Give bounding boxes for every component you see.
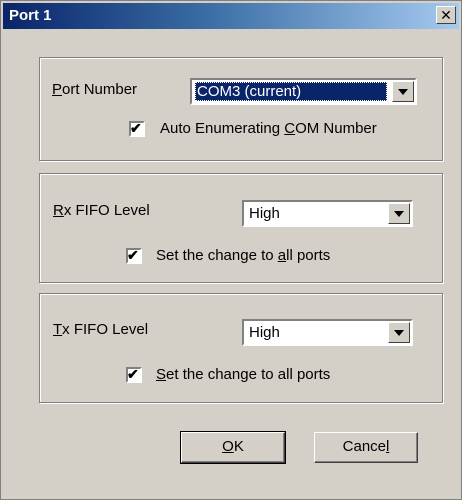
tx-fifo-level-label: Tx FIFO Level bbox=[53, 321, 149, 338]
rx-fifo-dropdown-button[interactable] bbox=[388, 203, 410, 224]
port-dialog: Port 1 ✕ Port Number COM3 (current) ✔ Au… bbox=[0, 0, 462, 500]
port-number-label: Port Number bbox=[52, 81, 138, 98]
port-number-combobox[interactable]: COM3 (current) bbox=[190, 78, 417, 105]
chevron-down-icon bbox=[394, 330, 404, 336]
port-number-dropdown-button[interactable] bbox=[392, 81, 414, 102]
checkmark-icon: ✔ bbox=[127, 247, 139, 263]
tx-fifo-group: Tx FIFO Level High ✔ Set the change to a… bbox=[39, 293, 443, 403]
rx-fifo-group: Rx FIFO Level High ✔ Set the change to a… bbox=[39, 173, 443, 283]
chevron-down-icon bbox=[394, 211, 404, 217]
port-number-value: COM3 (current) bbox=[195, 82, 387, 101]
rx-fifo-level-value: High bbox=[249, 205, 280, 222]
chevron-down-icon bbox=[398, 89, 408, 95]
checkmark-icon: ✔ bbox=[130, 120, 142, 136]
tx-apply-all-label[interactable]: Set the change to all ports bbox=[156, 366, 330, 383]
checkmark-icon: ✔ bbox=[127, 366, 139, 382]
close-icon: ✕ bbox=[440, 7, 452, 23]
rx-fifo-level-combobox[interactable]: High bbox=[242, 200, 413, 227]
ok-button[interactable]: OK bbox=[180, 431, 286, 464]
title-bar[interactable]: Port 1 ✕ bbox=[3, 3, 459, 29]
auto-enumerating-label[interactable]: Auto Enumerating COM Number bbox=[160, 120, 377, 137]
tx-fifo-level-combobox[interactable]: High bbox=[242, 319, 413, 346]
auto-enumerating-checkbox[interactable]: ✔ bbox=[129, 120, 145, 137]
close-button[interactable]: ✕ bbox=[436, 6, 456, 24]
rx-fifo-level-label: Rx FIFO Level bbox=[53, 202, 150, 219]
cancel-button[interactable]: Cancel bbox=[314, 432, 418, 463]
window-title: Port 1 bbox=[9, 7, 52, 24]
tx-apply-all-checkbox[interactable]: ✔ bbox=[126, 366, 142, 383]
rx-apply-all-label[interactable]: Set the change to all ports bbox=[156, 247, 330, 264]
rx-apply-all-checkbox[interactable]: ✔ bbox=[126, 247, 142, 264]
tx-fifo-dropdown-button[interactable] bbox=[388, 322, 410, 343]
tx-fifo-level-value: High bbox=[249, 324, 280, 341]
port-number-group: Port Number COM3 (current) ✔ Auto Enumer… bbox=[39, 57, 443, 161]
